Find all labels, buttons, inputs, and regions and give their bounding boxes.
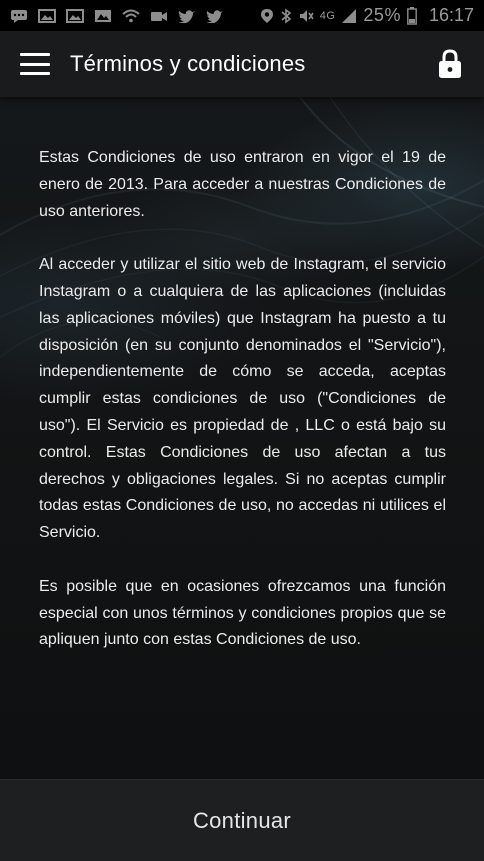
message-icon xyxy=(11,9,27,23)
signal-icon xyxy=(342,8,357,23)
system-icons: 4G 25% 16:17 xyxy=(260,5,474,26)
image-icon xyxy=(66,8,84,23)
continue-button[interactable]: Continuar xyxy=(163,798,321,844)
terms-content[interactable]: Estas Condiciones de uso entraron en vig… xyxy=(0,97,484,779)
video-icon xyxy=(151,11,167,21)
twitter-icon xyxy=(178,9,195,23)
bottom-bar: Continuar xyxy=(0,779,484,861)
battery-percent: 25% xyxy=(363,5,401,25)
terms-paragraph: Es posible que en ocasiones ofrezcamos u… xyxy=(39,577,446,649)
location-icon xyxy=(260,8,273,23)
network-type: 4G xyxy=(319,9,336,22)
terms-paragraph: Al acceder y utilizar el sitio web de In… xyxy=(39,256,446,542)
wifi-icon xyxy=(122,9,140,22)
lock-icon[interactable] xyxy=(438,49,462,79)
mute-icon xyxy=(299,9,314,22)
terms-text: Estas Condiciones de uso entraron en vig… xyxy=(39,145,446,681)
status-bar: 4G 25% 16:17 xyxy=(0,0,484,31)
twitter-icon xyxy=(206,9,223,23)
clock: 16:17 xyxy=(428,5,474,25)
notification-icons xyxy=(10,8,224,23)
screen: 4G 25% 16:17 Términos y condiciones Esta… xyxy=(0,0,484,861)
app-bar: Términos y condiciones xyxy=(0,31,484,97)
hamburger-menu-icon[interactable] xyxy=(20,53,50,75)
battery-icon xyxy=(407,6,417,25)
bluetooth-icon xyxy=(281,7,292,24)
image-icon xyxy=(38,8,56,23)
terms-paragraph: Estas Condiciones de uso entraron en vig… xyxy=(39,149,446,220)
photo-icon xyxy=(95,9,111,22)
page-title: Términos y condiciones xyxy=(70,51,306,76)
